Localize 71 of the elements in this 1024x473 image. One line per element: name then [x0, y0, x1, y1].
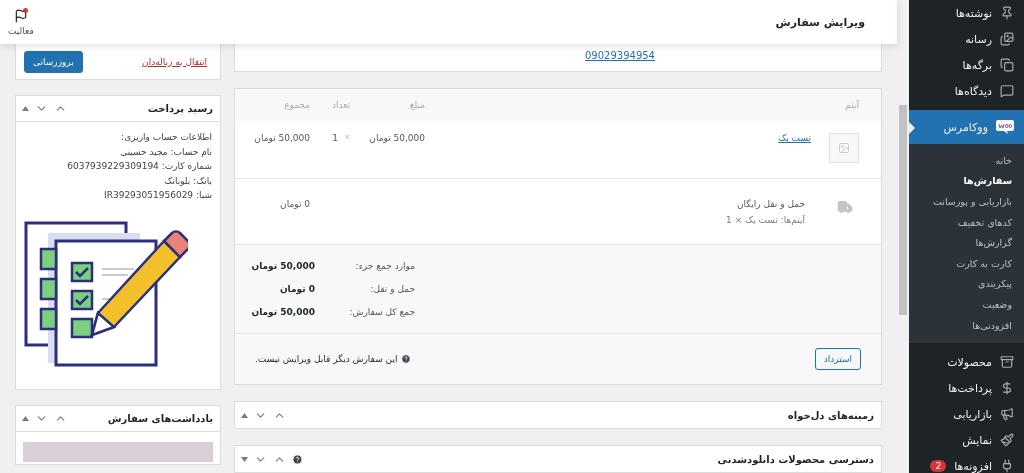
- truck-icon: [837, 199, 853, 215]
- submenu-item[interactable]: وضعیت: [909, 294, 1024, 315]
- column-header: تعداد: [330, 100, 350, 110]
- total-value: 0 تومان: [278, 284, 315, 294]
- panel-title: دسترسی محصولات دانلودشدنی: [717, 453, 874, 465]
- table-cell-text: 50,000 تومان: [368, 133, 425, 143]
- column-header: مبلغ: [408, 100, 425, 110]
- toggle-icon[interactable]: [22, 106, 29, 111]
- speech-bubble-icon: [996, 120, 1014, 134]
- flag-icon: [13, 8, 28, 23]
- sidebar-item[interactable]: نمایش: [909, 427, 1024, 454]
- total-label: جمع کل سفارش:: [348, 307, 415, 317]
- sidebar-item[interactable]: محصولات: [909, 349, 1024, 376]
- submenu-item[interactable]: کارت به کارت: [909, 252, 1024, 274]
- phone-link[interactable]: 09029394954: [585, 50, 655, 61]
- submenu-item[interactable]: افزودنی‌ها: [909, 314, 1024, 336]
- panel-title: زمینه‌های دل‌خواه: [787, 409, 874, 421]
- total-value: 50,000 تومان: [250, 261, 315, 271]
- panel-title: رسید پرداخت: [147, 103, 213, 114]
- help-icon: [401, 354, 412, 364]
- page-title: ویرایش سفارش: [775, 15, 865, 29]
- receipt-line: بانک: بلوبانک: [163, 174, 212, 188]
- scrollbar[interactable]: [897, 0, 909, 473]
- sidebar-item[interactable]: بازاریابی: [909, 401, 1024, 428]
- brush-icon: [1000, 433, 1014, 448]
- sidebar-item[interactable]: رسانه: [909, 26, 1024, 52]
- table-cell-text: 50,000 تومان: [253, 133, 310, 143]
- trash-link[interactable]: انتقال به زباله‌دان: [142, 56, 207, 67]
- activity-button[interactable]: فعالیت: [8, 8, 34, 36]
- pages-icon: [1000, 58, 1014, 72]
- total-label: حمل و نقل:: [369, 284, 415, 294]
- sidebar-item[interactable]: ووکامرس: [909, 110, 1024, 144]
- refund-button[interactable]: استرداد: [814, 348, 861, 370]
- update-button[interactable]: بروزرسانی: [24, 50, 83, 73]
- sidebar-item[interactable]: دیدگاه‌ها: [909, 78, 1024, 104]
- column-header: آیتم: [844, 100, 859, 110]
- sidebar-item[interactable]: برگه‌ها: [909, 52, 1024, 78]
- locked-note: این سفارش دیگر قابل ویرایش نیست.: [255, 354, 412, 364]
- submenu-item[interactable]: سفارش‌ها: [909, 170, 1024, 192]
- dollar-icon: [1000, 381, 1014, 396]
- table-cell-text: 0 تومان: [279, 199, 310, 209]
- archive-icon: [1000, 355, 1014, 370]
- images-icon: [1000, 32, 1014, 46]
- toggle-icon[interactable]: [241, 456, 248, 462]
- sidebar-item[interactable]: نوشته‌ها: [909, 0, 1024, 26]
- submenu-item[interactable]: بازاریابی و پورسانت: [909, 191, 1024, 212]
- megaphone-icon: [1000, 407, 1014, 422]
- panel-title: یادداشت‌های سفارش: [107, 412, 213, 424]
- shipping-name: حمل و نقل رایگان: [735, 199, 805, 209]
- shipping-items: آیتم‌ها: تست یک × 1: [726, 215, 805, 225]
- total-value: 50,000 تومان: [250, 307, 315, 317]
- submenu-item[interactable]: کدهای تخفیف: [909, 211, 1024, 233]
- toggle-icon[interactable]: [241, 412, 248, 418]
- receipt-line: نام حساب: مجید حسینی: [119, 145, 212, 159]
- toggle-icon[interactable]: [22, 415, 29, 421]
- receipt-line: اطلاعات حساب واریزی:: [120, 131, 212, 144]
- count-badge: 2: [930, 460, 947, 473]
- sidebar-item[interactable]: پرداخت‌ها: [909, 375, 1024, 402]
- submenu-item[interactable]: گزارش‌ها: [909, 232, 1024, 253]
- total-label: موارد جمع جزء:: [354, 261, 415, 271]
- product-link[interactable]: تست یک: [778, 133, 811, 163]
- pin-icon: [1000, 6, 1014, 20]
- column-header: مجموع: [283, 100, 310, 110]
- comment-icon: [1000, 84, 1014, 98]
- table-cell-text: 1: [331, 133, 338, 143]
- receipt-line: شماره کارت: 6037939229309194: [66, 160, 212, 173]
- submenu-item[interactable]: پیکربندی: [909, 273, 1024, 295]
- receipt-line: شبا: IR39293051956029: [103, 189, 212, 202]
- product-thumbnail: [829, 133, 859, 163]
- submenu-item[interactable]: خانه: [909, 150, 1024, 171]
- plug-icon: [1000, 459, 1014, 473]
